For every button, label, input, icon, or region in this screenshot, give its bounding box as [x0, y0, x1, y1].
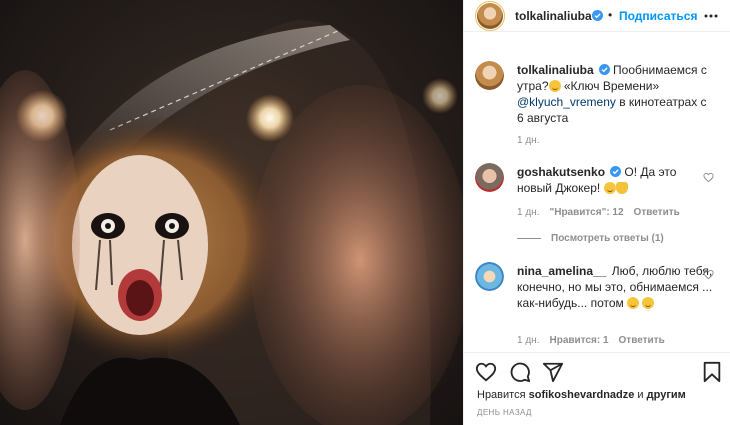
verified-badge-icon: [598, 64, 610, 75]
more-options-icon[interactable]: [703, 8, 719, 24]
likes-mid: и: [634, 389, 647, 401]
likes-user-link[interactable]: sofikoshevardnadze: [529, 389, 635, 401]
caption-quote: «Ключ Времени»: [560, 79, 660, 93]
action-bar: [464, 352, 730, 392]
share-icon[interactable]: [542, 361, 564, 383]
caption-mention-link[interactable]: @klyuch_vremeny: [517, 95, 616, 109]
verified-badge-icon: [610, 166, 622, 177]
comment-likes-count[interactable]: "Нравится": 12: [549, 205, 623, 221]
comment-like-heart-icon[interactable]: [703, 269, 714, 280]
post-photo[interactable]: [0, 0, 463, 425]
follow-button[interactable]: Подписаться: [619, 9, 697, 23]
commenter-username[interactable]: nina_amelina__: [517, 264, 606, 278]
comment-likes-count[interactable]: Нравится: 1: [549, 333, 608, 349]
view-replies-button[interactable]: Посмотреть ответы (1): [517, 233, 664, 244]
comment-like-heart-icon[interactable]: [703, 172, 714, 183]
caption-username[interactable]: tolkalinaliuba: [517, 63, 594, 77]
grinning-emoji-icon: [603, 182, 616, 194]
comment-time[interactable]: 1 дн.: [517, 333, 539, 349]
post-side-panel: tolkalinaliuba • Подписаться tolkalinali…: [463, 0, 730, 425]
comment-icon[interactable]: [509, 361, 531, 383]
verified-badge-icon: [592, 10, 603, 21]
commenter-username[interactable]: goshakutsenko: [517, 165, 605, 179]
caption-avatar[interactable]: [475, 61, 504, 90]
likes-summary: Нравится sofikoshevardnadze и другим: [477, 389, 686, 401]
likes-others-link[interactable]: другим: [647, 389, 686, 401]
comment-text: goshakutsenko О! Да это новый Джокер!: [517, 164, 713, 196]
likes-prefix: Нравится: [477, 389, 529, 401]
reply-button[interactable]: Ответить: [634, 205, 680, 221]
author-avatar[interactable]: [475, 1, 505, 31]
commenter-avatar[interactable]: [475, 262, 504, 291]
caption-meta: 1 дн.: [517, 133, 539, 149]
commenter-avatar[interactable]: [475, 163, 504, 192]
photo-illustration: [0, 0, 463, 425]
grinning-emoji-icon: [642, 297, 655, 309]
post-time-ago[interactable]: ДЕНЬ НАЗАД: [477, 408, 532, 417]
post-header: tolkalinaliuba • Подписаться: [464, 0, 730, 32]
thumbs-up-emoji-icon: [615, 182, 628, 194]
reply-button[interactable]: Ответить: [619, 333, 665, 349]
bookmark-icon[interactable]: [701, 361, 723, 383]
caption-text: tolkalinaliuba Пообнимаемся с утра? «Клю…: [517, 62, 713, 126]
caption-time[interactable]: 1 дн.: [517, 133, 539, 149]
smiling-emoji-icon: [627, 297, 640, 309]
author-username[interactable]: tolkalinaliuba: [515, 9, 592, 23]
laughing-emoji-icon: [548, 80, 561, 92]
comment-meta: 1 дн. "Нравится": 12 Ответить: [517, 205, 680, 221]
stage-light: [422, 78, 458, 114]
comment-time[interactable]: 1 дн.: [517, 205, 539, 221]
comment-text: nina_amelina__ Люб, люблю тебя, конечно,…: [517, 263, 713, 311]
heart-icon[interactable]: [475, 361, 497, 383]
comment-meta: 1 дн. Нравится: 1 Ответить: [517, 333, 665, 349]
instagram-post: tolkalinaliuba • Подписаться tolkalinali…: [0, 0, 730, 425]
separator-dot: •: [608, 8, 613, 22]
